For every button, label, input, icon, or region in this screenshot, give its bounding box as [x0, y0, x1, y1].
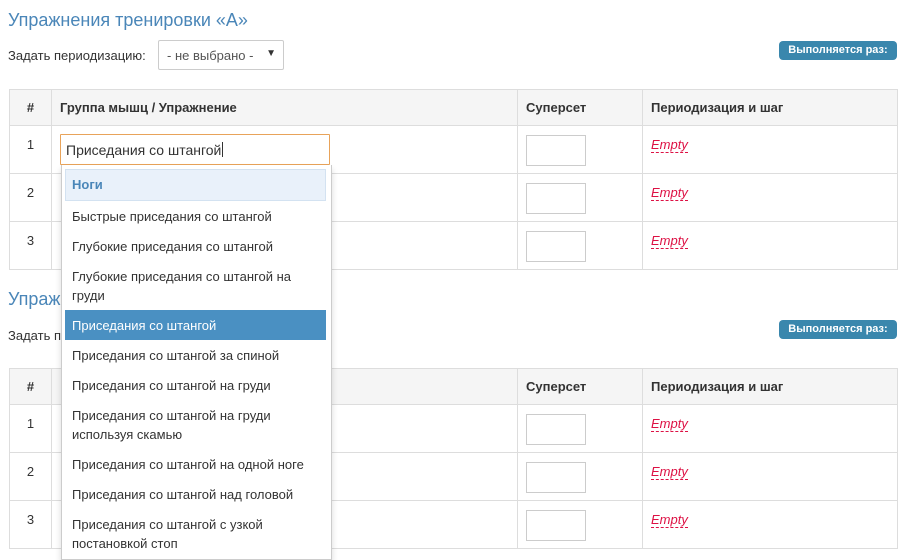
dropdown-option[interactable]: Приседания со штангой за спиной — [65, 340, 326, 370]
col-exercise: Группа мышц / Упражнение — [51, 89, 518, 126]
reps-badge-b: Выполняется раз: — [779, 320, 897, 339]
row-number: 3 — [9, 500, 52, 549]
dropdown-group-header: Ноги — [65, 169, 326, 201]
row-number: 3 — [9, 221, 52, 270]
dropdown-option[interactable]: Приседания со штангой с узкой постановко… — [65, 509, 326, 558]
exercise-autocomplete-dropdown: Ноги Быстрые приседания со штангой Глубок… — [61, 165, 332, 560]
periodization-cell: Empty — [642, 452, 898, 501]
periodization-label-a: Задать периодизацию: — [8, 48, 146, 63]
col-superset: Суперсет — [517, 368, 643, 405]
text-cursor — [222, 142, 224, 157]
superset-input[interactable] — [526, 231, 586, 262]
periodization-empty-link[interactable]: Empty — [651, 464, 688, 480]
superset-cell — [517, 452, 643, 501]
section-title-b: Упраж — [8, 289, 61, 309]
section-title-a: Упражнения тренировки «А» — [8, 10, 248, 30]
dropdown-option[interactable]: Приседания со штангой на груди — [65, 370, 326, 400]
dropdown-option[interactable]: Приседания со штангой на груди используя… — [65, 400, 326, 449]
periodization-cell: Empty — [642, 500, 898, 549]
periodization-empty-link[interactable]: Empty — [651, 233, 688, 249]
col-periodization: Периодизация и шаг — [642, 89, 898, 126]
superset-cell — [517, 221, 643, 270]
row-number: 1 — [9, 125, 52, 174]
superset-input[interactable] — [526, 135, 586, 166]
periodization-row-a: Задать периодизацию: - не выбрано - ▼ — [8, 40, 298, 70]
table-header-row: # Группа мышц / Упражнение Суперсет Пери… — [9, 89, 898, 126]
superset-input[interactable] — [526, 414, 586, 445]
exercise-input-value: Приседания со штангой — [66, 142, 222, 158]
periodization-select-a[interactable]: - не выбрано - ▼ — [158, 40, 284, 70]
periodization-cell: Empty — [642, 221, 898, 270]
superset-input[interactable] — [526, 510, 586, 541]
reps-badge-a: Выполняется раз: — [779, 41, 897, 60]
dropdown-option-list: Быстрые приседания со штангой Глубокие пр… — [65, 201, 326, 559]
exercise-search-input[interactable]: Приседания со штангой — [60, 134, 330, 165]
superset-cell — [517, 500, 643, 549]
col-periodization: Периодизация и шаг — [642, 368, 898, 405]
dropdown-option[interactable]: Приседания со штангой над головой — [65, 479, 326, 509]
dropdown-option-selected[interactable]: Приседания со штангой — [65, 310, 326, 340]
col-number: # — [9, 89, 52, 126]
dropdown-option[interactable]: Приседания со штангой на одной ноге — [65, 449, 326, 479]
row-number: 1 — [9, 404, 52, 453]
superset-cell — [517, 125, 643, 174]
superset-input[interactable] — [526, 462, 586, 493]
periodization-label-b: Задать п — [8, 328, 61, 343]
col-number: # — [9, 368, 52, 405]
dropdown-option[interactable]: Глубокие приседания со штангой — [65, 231, 326, 261]
periodization-cell: Empty — [642, 404, 898, 453]
superset-cell — [517, 404, 643, 453]
dropdown-option[interactable]: Глубокие приседания со штангой на груди — [65, 261, 326, 310]
row-number: 2 — [9, 452, 52, 501]
caret-down-icon: ▼ — [266, 48, 276, 59]
col-superset: Суперсет — [517, 89, 643, 126]
periodization-empty-link[interactable]: Empty — [651, 137, 688, 153]
periodization-empty-link[interactable]: Empty — [651, 512, 688, 528]
periodization-empty-link[interactable]: Empty — [651, 185, 688, 201]
superset-input[interactable] — [526, 183, 586, 214]
periodization-select-value: - не выбрано - — [167, 48, 254, 63]
row-number: 2 — [9, 173, 52, 222]
periodization-cell: Empty — [642, 173, 898, 222]
periodization-empty-link[interactable]: Empty — [651, 416, 688, 432]
dropdown-option[interactable]: Быстрые приседания со штангой — [65, 201, 326, 231]
superset-cell — [517, 173, 643, 222]
periodization-cell: Empty — [642, 125, 898, 174]
